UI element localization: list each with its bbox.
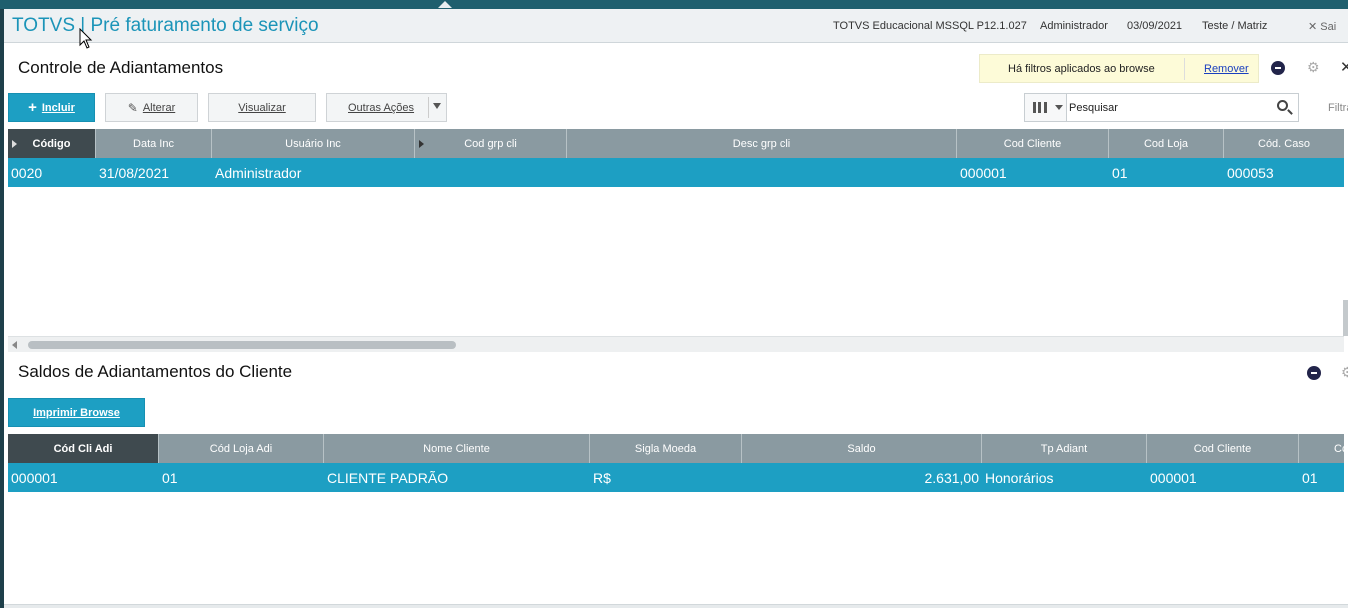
filter-label[interactable]: Filtra [1328, 102, 1348, 114]
alterar-label: Alterar [142, 101, 176, 114]
column-header[interactable]: Nome Cliente [324, 434, 590, 463]
chevron-down-icon [433, 103, 441, 109]
table-cell: 2.631,00 [924, 469, 980, 486]
sort-marker-icon [419, 140, 424, 148]
environment-label: TOTVS Educacional MSSQL P12.1.027 [833, 20, 1027, 32]
grid-header: Cód Cli Adi Cód Loja Adi Nome Cliente Si… [8, 434, 1344, 463]
table-cell: 01 [1112, 164, 1128, 181]
column-header[interactable]: Saldo [742, 434, 982, 463]
pencil-icon: ✎ [127, 100, 138, 115]
table-cell [567, 158, 957, 187]
top-strip [0, 0, 1348, 9]
imprimir-browse-label: Imprimir Browse [33, 406, 120, 419]
table-row[interactable]: 000001 01 CLIENTE PADRÃO R$ 2.631,00 Hon… [8, 463, 1344, 492]
title-bar: TOTVS | Pré faturamento de serviço TOTVS… [4, 9, 1348, 43]
filter-notice: Há filtros aplicados ao browse Remover [979, 54, 1259, 83]
exit-button[interactable]: ✕ Sai [1308, 20, 1336, 33]
branch-label[interactable]: Teste / Matriz [1202, 20, 1267, 32]
imprimir-browse-button[interactable]: Imprimir Browse [8, 398, 145, 427]
table-cell: 01 [162, 469, 178, 486]
visualizar-button[interactable]: Visualizar [208, 93, 316, 122]
collapse-arrow-icon[interactable] [438, 1, 452, 8]
incluir-label: Incluir [41, 101, 75, 114]
exit-label: Sai [1320, 21, 1337, 33]
options-menu-icon[interactable] [1271, 61, 1285, 75]
table-row[interactable]: 0020 31/08/2021 Administrador 000001 01 … [8, 158, 1344, 187]
mouse-cursor-icon [79, 28, 93, 49]
column-header[interactable]: Cod grp cli [415, 129, 567, 158]
table-cell: 000001 [11, 469, 58, 486]
user-label: Administrador [1040, 20, 1108, 32]
table-cell: 0020 [11, 164, 43, 181]
horizontal-scrollbar[interactable] [8, 336, 1344, 352]
column-header[interactable]: Cc [1299, 434, 1344, 463]
remove-filter-link[interactable]: Remover [1204, 63, 1249, 75]
gear-icon[interactable]: ⚙ [1307, 59, 1320, 76]
column-header[interactable]: Data Inc [96, 129, 212, 158]
columns-icon [1033, 102, 1047, 113]
chevron-down-icon [1055, 105, 1063, 110]
table-cell [415, 158, 567, 187]
scroll-left-icon[interactable] [12, 341, 17, 349]
outras-acoes-button[interactable]: Outras Ações [326, 93, 447, 122]
close-icon[interactable]: ✕ [1340, 58, 1348, 76]
app-title: TOTVS | Pré faturamento de serviço [12, 15, 319, 36]
table-cell: 000001 [960, 164, 1007, 181]
table-cell: R$ [593, 469, 611, 486]
visualizar-label: Visualizar [238, 101, 286, 114]
column-header[interactable]: Cod Cliente [957, 129, 1109, 158]
section-title-saldos: Saldos de Adiantamentos do Cliente [18, 362, 293, 381]
table-cell: Honorários [985, 469, 1054, 486]
search-input[interactable] [1069, 98, 1269, 117]
column-selector[interactable] [1025, 94, 1067, 121]
search-box [1024, 93, 1299, 122]
column-header[interactable]: Usuário Inc [212, 129, 415, 158]
grid-saldos: Cód Cli Adi Cód Loja Adi Nome Cliente Si… [8, 434, 1344, 492]
filter-notice-text: Há filtros aplicados ao browse [1008, 63, 1155, 75]
outras-acoes-label: Outras Ações [348, 101, 415, 114]
table-cell: 31/08/2021 [99, 164, 170, 181]
grid-adiantamentos: Código Data Inc Usuário Inc Cod grp cli … [8, 129, 1344, 187]
table-cell: 000001 [1150, 469, 1197, 486]
grid-header: Código Data Inc Usuário Inc Cod grp cli … [8, 129, 1344, 158]
date-label: 03/09/2021 [1127, 20, 1183, 32]
table-cell: 01 [1302, 469, 1318, 486]
alterar-button[interactable]: ✎ Alterar [105, 93, 198, 122]
sort-marker-icon [12, 140, 17, 148]
column-header[interactable]: Cód Loja Adi [159, 434, 324, 463]
options-menu-icon[interactable] [1307, 366, 1321, 380]
scrollbar-thumb[interactable] [28, 341, 456, 349]
gear-icon[interactable]: ⚙ [1341, 364, 1348, 381]
section-title-adiantamentos: Controle de Adiantamentos [18, 58, 224, 77]
incluir-button[interactable]: + Incluir [8, 93, 95, 122]
column-header[interactable]: Sigla Moeda [590, 434, 742, 463]
column-header[interactable]: Desc grp cli [567, 129, 957, 158]
table-cell: Administrador [215, 164, 302, 181]
table-cell: 000053 [1227, 164, 1274, 181]
column-header[interactable]: Tp Adiant [982, 434, 1147, 463]
table-cell: CLIENTE PADRÃO [327, 469, 449, 486]
vertical-scrollbar[interactable] [1343, 300, 1348, 336]
column-header[interactable]: Código [8, 129, 96, 158]
column-header[interactable]: Cod Loja [1109, 129, 1224, 158]
column-header[interactable]: Cód Cli Adi [8, 434, 159, 463]
column-header[interactable]: Cód. Caso [1224, 129, 1344, 158]
plus-icon: + [28, 99, 37, 116]
bottom-border [4, 604, 1348, 608]
column-header[interactable]: Cod Cliente [1147, 434, 1299, 463]
search-icon[interactable] [1277, 100, 1288, 111]
